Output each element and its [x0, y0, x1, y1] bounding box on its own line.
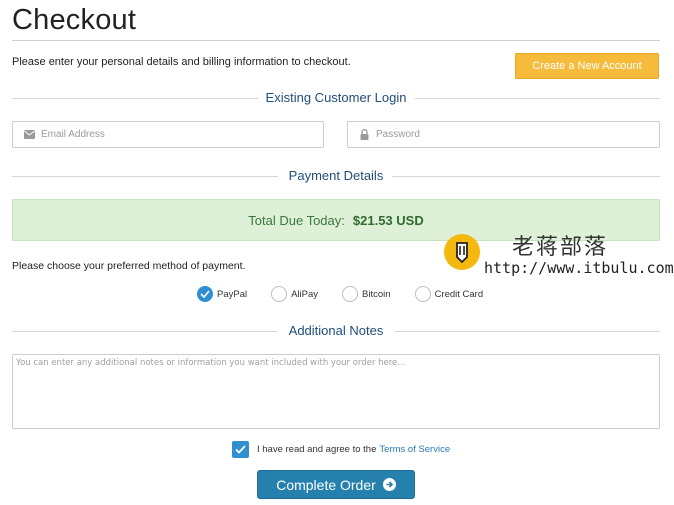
terms-agreement: I have read and agree to the Terms of Se…: [232, 441, 450, 458]
watermark-title: 老蒋部落: [512, 235, 609, 260]
payment-section-heading: Payment Details: [12, 168, 660, 184]
payment-option-paypal[interactable]: PayPal: [197, 286, 247, 302]
total-due-amount: $21.53 USD: [352, 212, 424, 228]
radio-button[interactable]: [414, 286, 431, 302]
page-title: Checkout: [12, 4, 137, 36]
arrow-circle-right-icon: [382, 478, 396, 491]
terms-text: I have read and agree to the: [257, 444, 377, 455]
watermark-logo: [444, 234, 480, 270]
lock-icon: [358, 129, 370, 141]
complete-order-label: Complete Order: [276, 476, 376, 493]
login-section-heading: Existing Customer Login: [12, 90, 660, 106]
email-field[interactable]: [12, 121, 324, 148]
terms-checkbox[interactable]: [232, 441, 249, 458]
terms-of-service-link[interactable]: Terms of Service: [379, 444, 450, 455]
payment-option-alipay[interactable]: AliPay: [271, 286, 318, 302]
payment-option-label: Bitcoin: [362, 288, 391, 300]
total-due-label: Total Due Today:: [248, 212, 345, 228]
payment-option-label: Credit Card: [434, 288, 484, 300]
payment-option-bitcoin[interactable]: Bitcoin: [342, 286, 391, 302]
watermark-url: http://www.itbulu.com: [484, 259, 674, 277]
divider-right: [395, 331, 660, 332]
notes-section-heading: Additional Notes: [12, 323, 660, 339]
payment-option-label: AliPay: [291, 288, 319, 300]
payment-option-credit-card[interactable]: Credit Card: [414, 286, 484, 302]
pencil-icon: [456, 242, 468, 264]
complete-order-button[interactable]: Complete Order: [257, 470, 415, 499]
intro-text: Please enter your personal details and b…: [12, 56, 351, 68]
title-divider: [12, 40, 660, 41]
radio-button[interactable]: [271, 286, 288, 302]
email-input[interactable]: [41, 129, 281, 140]
additional-notes-textarea[interactable]: [12, 354, 660, 429]
checkmark-icon: [235, 445, 246, 454]
payment-method-prompt: Please choose your preferred method of p…: [12, 260, 246, 272]
password-input[interactable]: [376, 129, 616, 140]
divider-right: [415, 98, 660, 99]
envelope-icon: [23, 129, 35, 141]
payment-option-label: PayPal: [217, 288, 248, 300]
radio-checked-icon[interactable]: [197, 286, 213, 302]
password-field[interactable]: [347, 121, 660, 148]
divider-right: [392, 176, 660, 177]
payment-method-options: PayPal AliPay Bitcoin Credit Card: [197, 286, 507, 302]
create-account-button[interactable]: Create a New Account: [515, 53, 659, 79]
radio-button[interactable]: [342, 286, 359, 302]
